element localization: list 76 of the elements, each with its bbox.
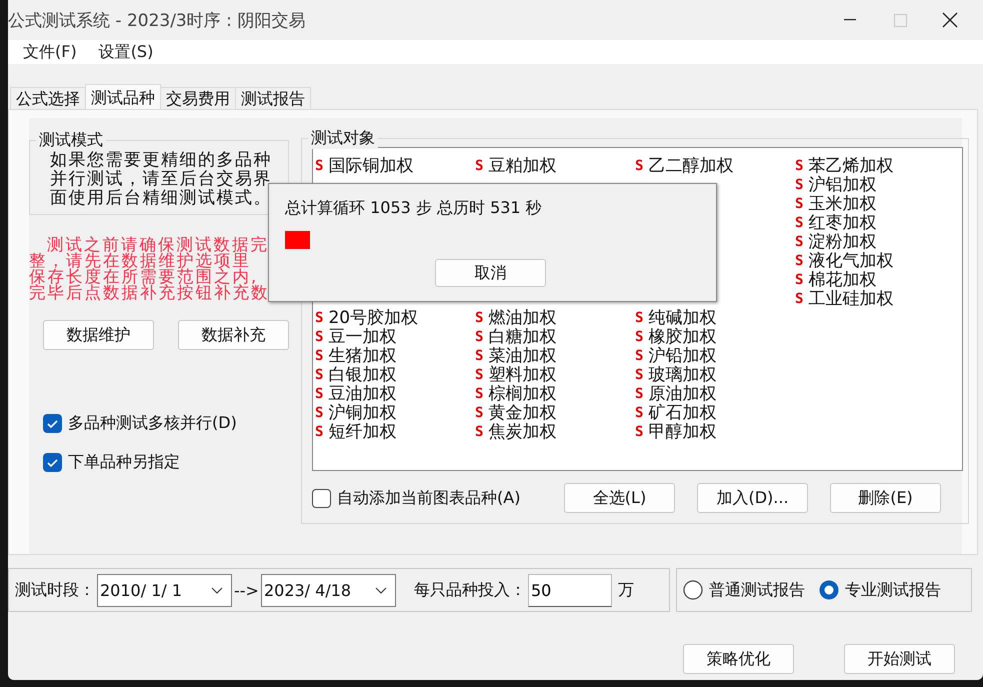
list-button[interactable]: 全选(L)	[564, 483, 675, 513]
start-date-field[interactable]: 2010/ 1/ 1	[97, 574, 232, 606]
list-button[interactable]: 加入(D)...	[697, 483, 808, 513]
dropdown-icon	[374, 586, 387, 594]
instrument-marker: S	[635, 158, 644, 174]
unit-label: 万	[618, 580, 634, 600]
instrument-marker: S	[475, 424, 484, 440]
instrument-marker: S	[315, 424, 324, 440]
action-button[interactable]: 开始测试	[844, 644, 955, 674]
radio-button[interactable]	[819, 580, 839, 600]
instrument-marker: S	[315, 348, 324, 364]
close-icon[interactable]	[942, 12, 958, 28]
instrument-marker: S	[795, 272, 804, 288]
instrument-marker: S	[635, 404, 644, 420]
end-date-field[interactable]: 2023/ 4/18	[260, 574, 396, 606]
list-button[interactable]: 删除(E)	[830, 483, 941, 513]
instrument-marker: S	[315, 158, 324, 174]
action-button[interactable]: 策略优化	[683, 644, 794, 674]
instrument-marker: S	[635, 310, 644, 326]
tab[interactable]: 测试品种	[85, 84, 161, 109]
warning-text: 测试之前请确保测试数据完	[46, 235, 269, 254]
instrument-marker: S	[795, 234, 804, 250]
tab[interactable]: 交易费用	[160, 87, 236, 109]
instrument-marker: S	[315, 328, 324, 344]
checkbox[interactable]	[43, 414, 62, 433]
checkbox-label: 多品种测试多核并行(D)	[68, 413, 237, 434]
cancel-button[interactable]: 取消	[435, 259, 546, 287]
progress-message: 总计算循环 1053 步 总历时 531 秒	[285, 198, 543, 219]
instrument-marker: S	[315, 404, 324, 420]
instrument-marker: S	[475, 348, 484, 364]
instrument-item[interactable]: 乙二醇加权	[648, 154, 734, 177]
instrument-marker: S	[475, 366, 484, 382]
arrow-text: -->	[234, 580, 259, 600]
data-button[interactable]: 数据维护	[43, 320, 154, 350]
data-button[interactable]: 数据补充	[178, 320, 289, 350]
tab[interactable]: 公式选择	[10, 87, 86, 109]
instrument-marker: S	[795, 214, 804, 230]
instrument-marker: S	[795, 252, 804, 268]
radio-button[interactable]	[683, 580, 703, 600]
instrument-marker: S	[475, 328, 484, 344]
radio-label: 普通测试报告	[709, 580, 805, 600]
instrument-marker: S	[635, 348, 644, 364]
instrument-marker: S	[475, 158, 484, 174]
instrument-marker: S	[315, 386, 324, 402]
period-label: 测试时段：	[15, 580, 95, 600]
menu-item[interactable]: 文件(F)	[12, 42, 88, 62]
checkbox-label: 下单品种另指定	[68, 452, 180, 473]
minimize-icon[interactable]	[844, 19, 856, 21]
mode-description: 如果您需要更精细的多品种并行测试，请至后台交易界面使用后台精细测试模式。	[49, 151, 273, 208]
instrument-marker: S	[795, 196, 804, 212]
checkbox-label: 自动添加当前图表品种(A)	[337, 488, 520, 508]
checkbox[interactable]	[312, 488, 331, 508]
instrument-item[interactable]: 国际铜加权	[328, 154, 414, 177]
invest-label: 每只品种投入：	[414, 580, 526, 600]
instrument-marker: S	[315, 366, 324, 382]
instrument-marker: S	[315, 310, 324, 326]
window-title: 公式测试系统 - 2023/3时序 : 阴阳交易	[8, 10, 306, 32]
instrument-marker: S	[475, 404, 484, 420]
menu-item[interactable]: 设置(S)	[88, 42, 164, 62]
instrument-marker: S	[635, 424, 644, 440]
tab[interactable]: 测试报告	[235, 87, 311, 109]
warning-text: 完毕后点数据补充按钮补充数	[29, 283, 270, 302]
instrument-marker: S	[795, 176, 804, 192]
instrument-marker: S	[635, 366, 644, 382]
instrument-marker: S	[475, 310, 484, 326]
instrument-item[interactable]: 豆粕加权	[488, 154, 556, 177]
instrument-marker: S	[795, 158, 804, 174]
instrument-marker: S	[635, 386, 644, 402]
dropdown-icon	[211, 586, 223, 594]
instrument-marker: S	[795, 290, 804, 306]
checkbox[interactable]	[43, 453, 62, 472]
instrument-marker: S	[475, 386, 484, 402]
instrument-marker: S	[635, 328, 644, 344]
invest-field[interactable]: 50	[528, 574, 612, 606]
radio-label: 专业测试报告	[845, 580, 941, 600]
group-title: 测试对象	[308, 128, 378, 149]
